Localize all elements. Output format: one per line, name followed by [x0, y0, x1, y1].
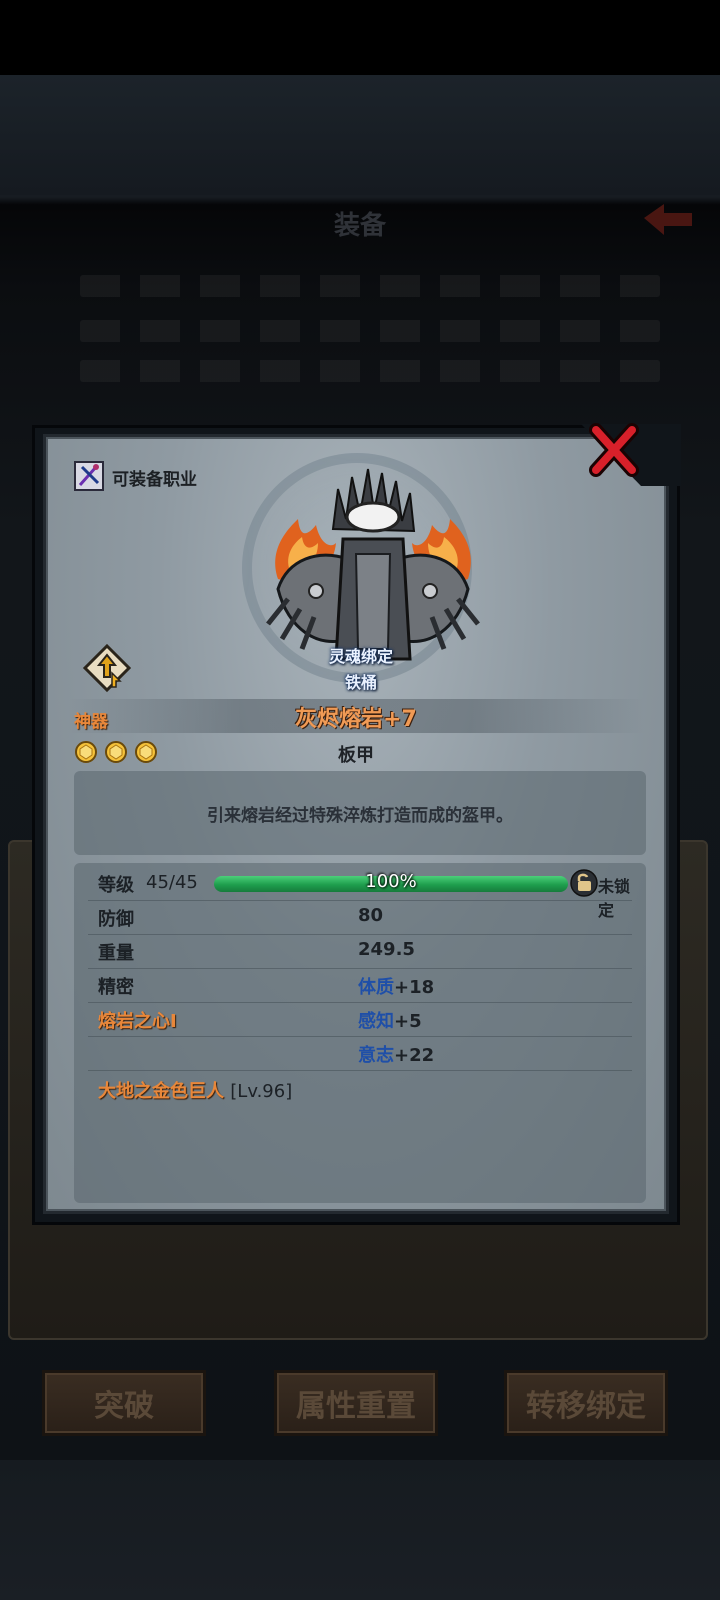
stat-value: 意志+22 — [358, 1041, 434, 1067]
soulbound-label: 灵魂绑定 — [328, 647, 393, 666]
attr-bonus: +18 — [394, 977, 435, 998]
breakthrough-button[interactable]: 突破 — [42, 1370, 206, 1436]
upgrade-icon[interactable] — [82, 643, 132, 693]
stat-name: 防御 — [98, 909, 134, 930]
stat-row: 熔岩之心I 感知+5 — [88, 1003, 632, 1037]
close-icon[interactable] — [588, 422, 640, 478]
unlock-icon[interactable] — [570, 869, 598, 897]
stat-row: 重量 249.5 — [88, 935, 632, 969]
dim-row — [80, 275, 660, 297]
dim-row — [80, 320, 660, 342]
set-name: 大地之金色巨人 — [98, 1081, 224, 1102]
modal-body: 可装备职业 灵魂绑定 铁桶 神器 灰烬熔岩+7 板甲 引来熔岩经过特殊淬炼打造而… — [43, 434, 669, 1214]
item-description: 引来熔岩经过特殊淬炼打造而成的盔甲。 — [74, 771, 646, 855]
owner-name: 铁桶 — [344, 673, 377, 692]
level-progress-text: 100% — [365, 871, 417, 892]
attr-bonus: +5 — [394, 1011, 422, 1032]
stat-name: 精密 — [98, 977, 134, 998]
stat-value: 体质+18 — [358, 973, 434, 999]
class-icon[interactable] — [74, 461, 104, 491]
dim-bottom-strip — [0, 1460, 720, 1600]
transfer-binding-button[interactable]: 转移绑定 — [504, 1370, 668, 1436]
stat-row: 精密 体质+18 — [88, 969, 632, 1003]
equippable-class-label[interactable]: 可装备职业 — [112, 465, 197, 490]
back-arrow-icon — [644, 204, 692, 235]
armor-icon — [266, 468, 480, 661]
dim-header — [0, 75, 720, 195]
attr-name: 体质 — [358, 977, 394, 998]
stats-panel: 等级 45/45 100% 未锁定 防御 80 重量 249.5 精密 体质+1… — [74, 863, 646, 1203]
stat-value: 249.5 — [358, 939, 415, 960]
dim-page-title: 装备 — [333, 211, 386, 241]
stat-name: 重量 — [98, 943, 134, 964]
stat-row: 防御 80 — [88, 901, 632, 935]
stat-name: 熔岩之心I — [98, 1011, 177, 1032]
attr-bonus: +22 — [394, 1045, 435, 1066]
dim-row — [80, 360, 660, 382]
item-name: 灰烬熔岩+7 — [295, 707, 417, 732]
stat-value: 80 — [358, 905, 384, 926]
stat-row: 意志+22 — [88, 1037, 632, 1071]
item-detail-modal: 可装备职业 灵魂绑定 铁桶 神器 灰烬熔岩+7 板甲 引来熔岩经过特殊淬炼打造而… — [32, 424, 681, 1225]
level-row: 等级 45/45 100% 未锁定 — [88, 867, 632, 920]
level-value: 45/45 — [146, 872, 198, 893]
attribute-reset-button[interactable]: 属性重置 — [274, 1370, 438, 1436]
attr-name: 意志 — [358, 1045, 394, 1066]
attr-name: 感知 — [358, 1011, 394, 1032]
level-label: 等级 — [98, 875, 134, 896]
item-type: 板甲 — [338, 745, 374, 766]
set-level: [Lv.96] — [230, 1081, 293, 1102]
set-bonus: 大地之金色巨人 [Lv.96] — [98, 1077, 292, 1103]
stat-value: 感知+5 — [358, 1007, 422, 1033]
